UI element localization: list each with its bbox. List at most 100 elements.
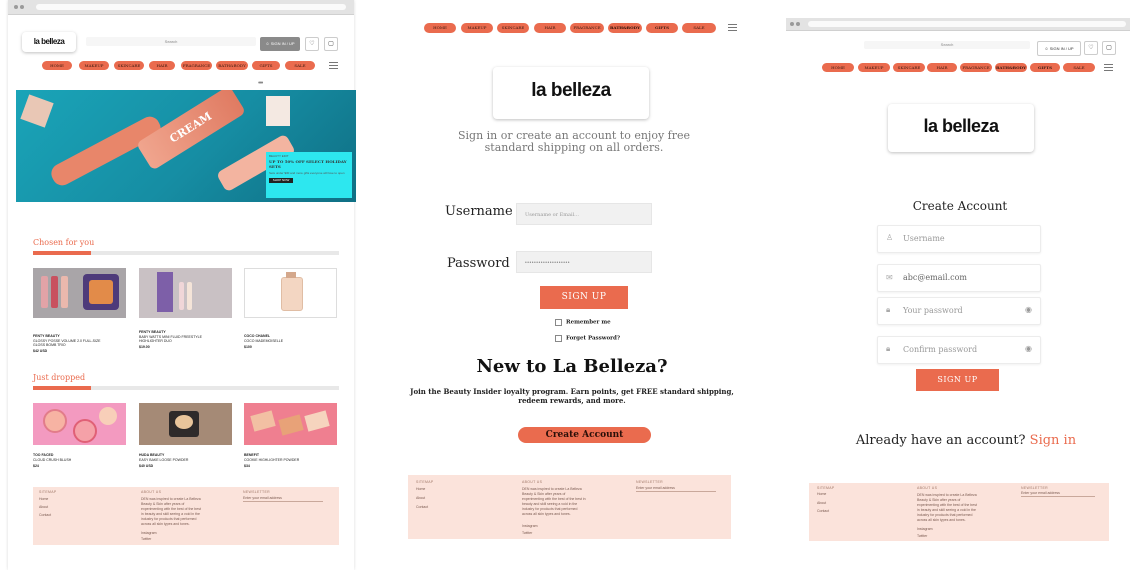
footer-instagram-link[interactable]: Instagram [917, 527, 933, 532]
search-input[interactable]: Search [864, 41, 1030, 49]
eye-slash-icon[interactable]: ◉ [1025, 344, 1032, 353]
footer-link-home[interactable]: Home [817, 492, 826, 497]
block-image [20, 94, 54, 128]
email-field[interactable]: ✉ abc@email.com [877, 264, 1041, 292]
nav-bath-body[interactable]: BATH&BODY [216, 61, 248, 70]
nav-makeup[interactable]: MAKEUP [461, 23, 493, 33]
nav-hair[interactable]: HAIR [534, 23, 566, 33]
remember-me-checkbox[interactable] [555, 319, 562, 326]
logo[interactable]: la belleza [493, 67, 649, 119]
footer-instagram-link[interactable]: Instagram [141, 531, 157, 536]
product-card[interactable]: COCO CHANEL COCO MADEMOISELLE $100 [244, 268, 337, 350]
footer-link-contact[interactable]: Contact [416, 505, 428, 510]
promo-card[interactable]: BEAUTY EDIT UP TO 50% OFF SELECT HOLIDAY… [266, 152, 352, 198]
footer-about-title: ABOUT US [522, 480, 543, 484]
username-field[interactable]: ♙ Username [877, 225, 1041, 253]
nav-home[interactable]: HOME [822, 63, 854, 72]
product-price: $42 USD [33, 349, 48, 353]
signin-button[interactable]: ☺ SIGN IN / UP [1037, 41, 1081, 56]
address-bar[interactable] [36, 4, 346, 10]
product-card[interactable]: FENTY BEAUTY GLOSSY POSSE VOLUME 2.0 FUL… [33, 268, 126, 353]
nav-gifts[interactable]: GIFTS [252, 61, 280, 70]
promo-cta-button[interactable]: SHOP NOW [269, 178, 293, 183]
product-card[interactable]: BENEFIT COOKIE HIGHLIGHTER POWDER $34 [244, 403, 337, 475]
nav-bath-body[interactable]: BATH&BODY [608, 23, 642, 33]
nav-makeup[interactable]: MAKEUP [858, 63, 890, 72]
more-dots-icon[interactable]: ••• [258, 80, 263, 87]
forgot-password-link[interactable]: Forget Password? [566, 336, 620, 342]
product-card[interactable]: TOO FACED CLOUD CRUSH BLUSH $24 [33, 403, 126, 475]
signup-button[interactable]: SIGN UP [540, 286, 628, 309]
footer-link-home[interactable]: Home [416, 487, 425, 492]
footer-twitter-link[interactable]: Twitter [917, 534, 927, 539]
user-icon: ☺ [265, 41, 270, 46]
nav-fragrance[interactable]: FRAGRANCE [960, 63, 992, 72]
footer-link-about[interactable]: About [817, 501, 826, 506]
product-card[interactable]: HUDA BEAUTY EASY BAKE LOOSE POWDER $40 U… [139, 403, 232, 475]
newsletter-email-input[interactable]: Enter your email address [636, 486, 716, 492]
confirm-password-field[interactable]: 🔒︎ Confirm password ◉ [877, 336, 1041, 364]
nav-home[interactable]: HOME [424, 23, 456, 33]
footer-link-home[interactable]: Home [39, 497, 48, 502]
newsletter-email-input[interactable]: Enter your email address [243, 496, 323, 502]
nav-gifts[interactable]: GIFTS [1030, 63, 1060, 72]
password-field[interactable]: 🔒︎ Your password ◉ [877, 297, 1041, 325]
product-brand: BENEFIT [244, 453, 259, 457]
nav-skincare[interactable]: SKINCARE [893, 63, 925, 72]
signin-button[interactable]: ☺ SIGN IN / UP [260, 37, 300, 51]
footer-instagram-link[interactable]: Instagram [522, 524, 538, 529]
footer-link-about[interactable]: About [416, 496, 425, 501]
hamburger-menu-icon[interactable] [329, 60, 338, 71]
signup-button[interactable]: SIGN UP [916, 369, 999, 391]
product-image [244, 268, 337, 318]
product-brand: TOO FACED [33, 453, 54, 457]
nav-sale[interactable]: SALE [682, 23, 716, 33]
hamburger-menu-icon[interactable] [728, 22, 737, 33]
nav-home[interactable]: HOME [42, 61, 72, 70]
nav-sale[interactable]: SALE [285, 61, 315, 70]
eye-slash-icon[interactable]: ◉ [1025, 305, 1032, 314]
nav-hair[interactable]: HAIR [149, 61, 175, 70]
logo[interactable]: la belleza [888, 104, 1034, 152]
username-input[interactable]: Username or Email... [516, 203, 652, 225]
shopping-bag-icon[interactable]: ▢ [324, 37, 338, 51]
hero-banner[interactable]: CREAM BEAUTY EDIT UP TO 50% OFF SELECT H… [16, 90, 356, 202]
nav-sale[interactable]: SALE [1063, 63, 1095, 72]
footer-sitemap-title: SITEMAP [817, 486, 835, 490]
create-account-button[interactable]: Create Account [518, 427, 651, 443]
forgot-password-row[interactable]: Forget Password? [555, 335, 620, 342]
wishlist-heart-icon[interactable]: ♡ [1084, 41, 1098, 55]
nav-fragrance[interactable]: FRAGRANCE [181, 61, 212, 70]
nav-hair[interactable]: HAIR [927, 63, 957, 72]
wishlist-heart-icon[interactable]: ♡ [305, 37, 319, 51]
footer-link-contact[interactable]: Contact [39, 513, 51, 518]
nav-bath-body[interactable]: BATH&BODY [995, 63, 1027, 72]
nav-skincare[interactable]: SKINCARE [114, 61, 144, 70]
product-name: BABY WATTS MINI FLUID FREESTYLE HIGHLIGH… [139, 335, 202, 343]
footer-twitter-link[interactable]: Twitter [141, 537, 151, 542]
new-to-heading: New to La Belleza? [476, 356, 668, 377]
nav-skincare[interactable]: SKINCARE [497, 23, 529, 33]
hamburger-menu-icon[interactable] [1104, 62, 1113, 73]
footer-twitter-link[interactable]: Twitter [522, 531, 532, 536]
footer-link-contact[interactable]: Contact [817, 509, 829, 514]
nav-gifts[interactable]: GIFTS [646, 23, 678, 33]
nav-makeup[interactable]: MAKEUP [79, 61, 109, 70]
signin-link[interactable]: Sign in [1030, 433, 1076, 448]
nav-fragrance[interactable]: FRAGRANCE [570, 23, 604, 33]
logo[interactable]: la belleza [22, 32, 76, 52]
lock-icon: 🔒︎ [886, 305, 891, 314]
product-card[interactable]: FENTY BEAUTY BABY WATTS MINI FLUID FREES… [139, 268, 232, 350]
address-bar[interactable] [808, 21, 1126, 27]
lock-icon: 🔒︎ [886, 344, 891, 353]
promo-body: Sets under $30 and more gifts everyone w… [269, 171, 345, 175]
forgot-password-checkbox[interactable] [555, 335, 562, 342]
password-input[interactable]: •••••••••••••••••••• [516, 251, 652, 273]
section-divider [33, 386, 339, 390]
shopping-bag-icon[interactable]: ▢ [1102, 41, 1116, 55]
newsletter-email-input[interactable]: Enter your email address [1021, 491, 1095, 497]
footer-link-about[interactable]: About [39, 505, 48, 510]
product-price: $34 [244, 464, 250, 468]
search-input[interactable]: Search [86, 37, 256, 46]
remember-me-row[interactable]: Remember me [555, 319, 611, 326]
